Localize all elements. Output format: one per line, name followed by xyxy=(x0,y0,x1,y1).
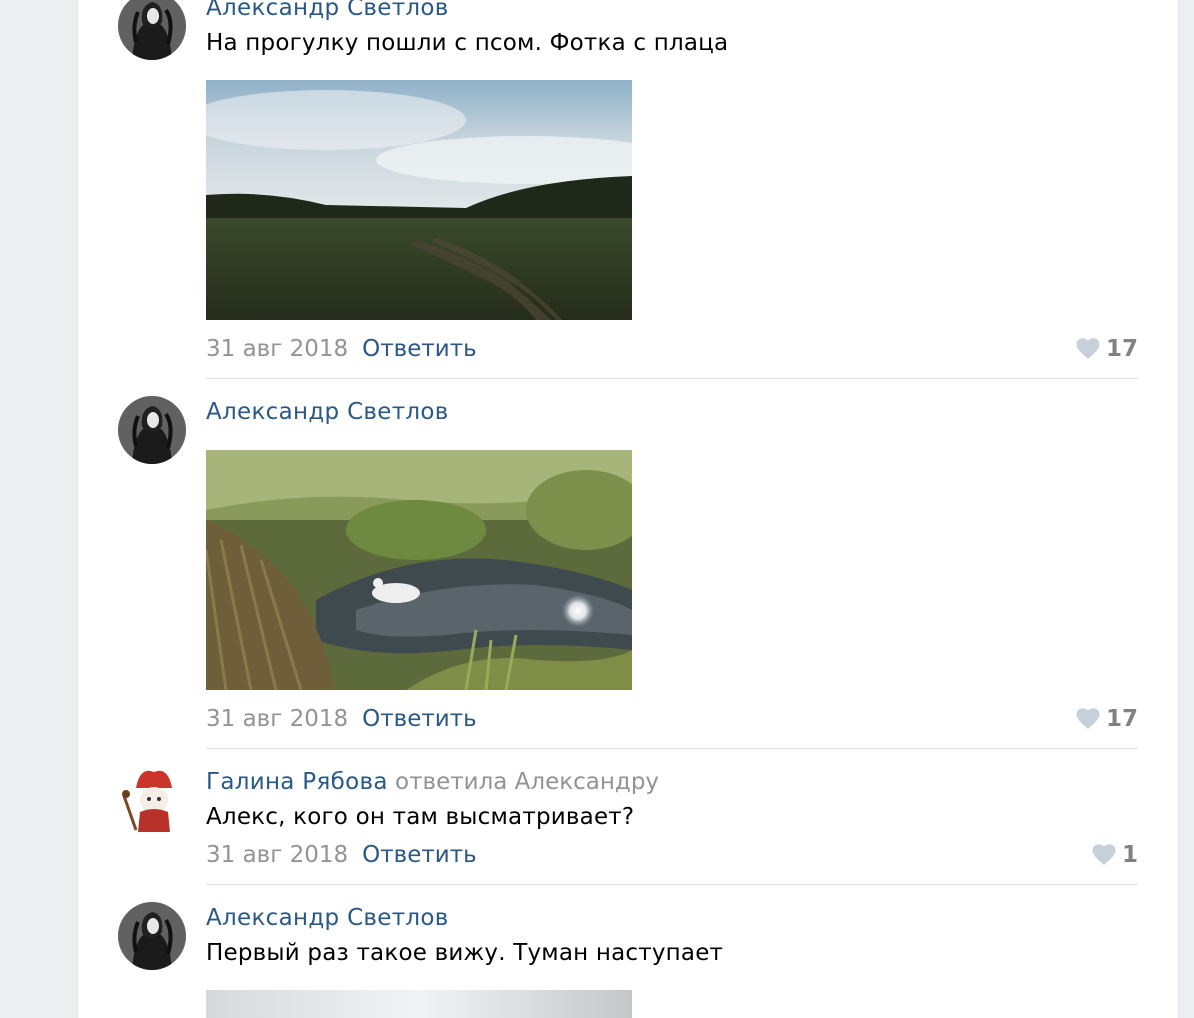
reply-button[interactable]: Ответить xyxy=(362,706,477,732)
comment-text: На прогулку пошли с псом. Фотка с плаца xyxy=(206,30,729,56)
like-count: 1 xyxy=(1121,842,1138,868)
like-button[interactable]: 1 xyxy=(1092,841,1138,869)
fog-photo xyxy=(206,990,632,1018)
divider xyxy=(206,884,1138,885)
comment-photo[interactable] xyxy=(206,990,632,1018)
like-button[interactable]: 17 xyxy=(1076,335,1138,363)
comment-date[interactable]: 31 авг 2018 xyxy=(206,336,348,362)
replied-to[interactable]: ответила Александру xyxy=(395,769,659,795)
author-name[interactable]: Александр Светлов xyxy=(206,0,449,21)
reply-button[interactable]: Ответить xyxy=(362,842,477,868)
dark-figure-avatar-icon xyxy=(118,0,186,60)
heart-icon xyxy=(1076,708,1100,729)
like-count: 17 xyxy=(1105,706,1138,732)
author-name[interactable]: Галина Рябова xyxy=(206,769,388,795)
avatar[interactable] xyxy=(118,902,186,970)
divider xyxy=(206,748,1138,749)
avatar[interactable] xyxy=(118,766,186,834)
red-hooded-cat-avatar-icon xyxy=(118,766,186,834)
comment-text: Алекс, кого он там высматривает? xyxy=(206,804,635,830)
like-button[interactable]: 17 xyxy=(1076,705,1138,733)
comment-text: Первый раз такое вижу. Туман наступает xyxy=(206,940,724,966)
comment-date[interactable]: 31 авг 2018 xyxy=(206,706,348,732)
avatar[interactable] xyxy=(118,0,186,60)
heart-icon xyxy=(1092,844,1116,865)
heart-icon xyxy=(1076,338,1100,359)
comment-photo[interactable] xyxy=(206,450,632,690)
dark-figure-avatar-icon xyxy=(118,902,186,970)
avatar[interactable] xyxy=(118,396,186,464)
author-name[interactable]: Александр Светлов xyxy=(206,905,449,931)
field-photo xyxy=(206,80,632,320)
comment-photo[interactable] xyxy=(206,80,632,320)
divider xyxy=(206,378,1138,379)
comments-panel: Александр Светлов На прогулку пошли с пс… xyxy=(78,0,1178,1018)
dark-figure-avatar-icon xyxy=(118,396,186,464)
comment-date[interactable]: 31 авг 2018 xyxy=(206,842,348,868)
stream-photo xyxy=(206,450,632,690)
reply-button[interactable]: Ответить xyxy=(362,336,477,362)
like-count: 17 xyxy=(1105,336,1138,362)
author-name[interactable]: Александр Светлов xyxy=(206,399,449,425)
